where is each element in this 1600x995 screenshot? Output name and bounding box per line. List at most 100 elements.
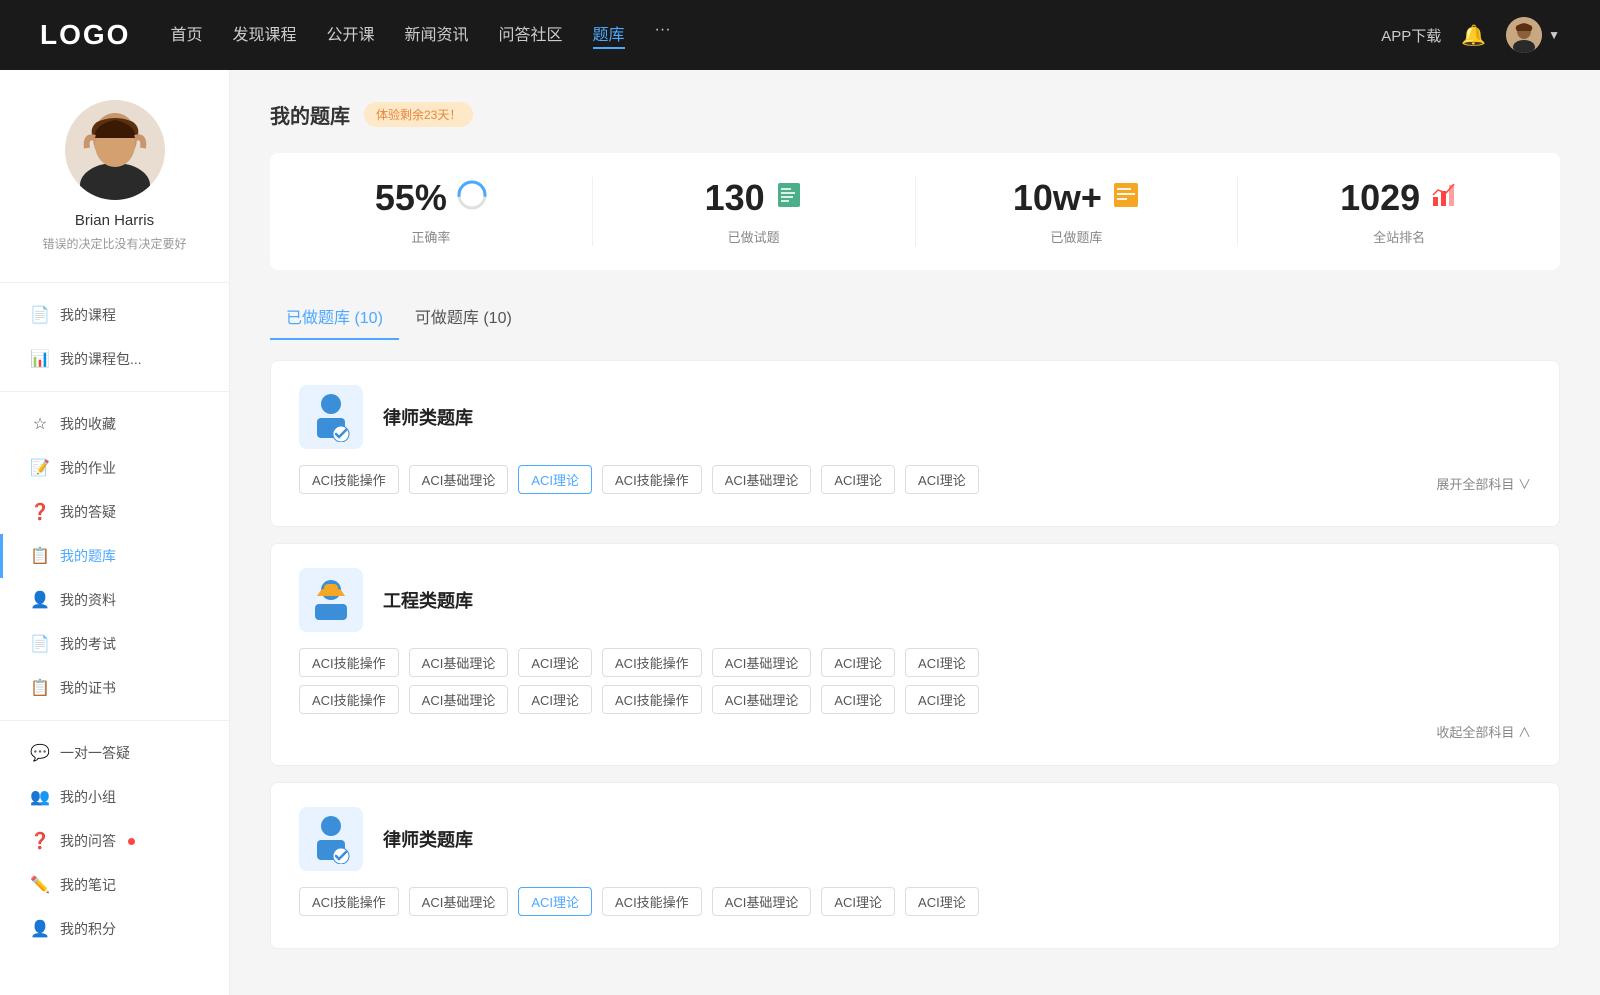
eng-tag-13[interactable]: ACI理论 xyxy=(821,685,895,714)
eng-tag-12[interactable]: ACI基础理论 xyxy=(712,685,812,714)
cert-label: 我的证书 xyxy=(60,678,116,698)
bell-icon[interactable]: 🔔 xyxy=(1461,23,1486,48)
lawyer2-tag-2[interactable]: ACI基础理论 xyxy=(409,887,509,916)
nav-news[interactable]: 新闻资讯 xyxy=(405,21,469,49)
sidebar-item-one-on-one[interactable]: 💬 一对一答疑 xyxy=(0,731,229,775)
sidebar-item-quiz-bank[interactable]: 📋 我的题库 xyxy=(0,534,229,578)
eng-tag-4[interactable]: ACI技能操作 xyxy=(602,648,702,677)
bank-header-lawyer-1: 律师类题库 xyxy=(299,385,1531,449)
sidebar-item-answers[interactable]: ❓ 我的答疑 xyxy=(0,490,229,534)
sidebar-item-exam[interactable]: 📄 我的考试 xyxy=(0,622,229,666)
collapse-link-engineer[interactable]: 收起全部科目 ∧ xyxy=(299,722,1531,741)
nav-discover[interactable]: 发现课程 xyxy=(232,21,296,49)
answers-icon: ❓ xyxy=(30,502,50,522)
content-area: 我的题库 体验剩余23天！ 55% 正确率 13 xyxy=(230,70,1600,995)
done-questions-label: 已做试题 xyxy=(613,227,895,246)
stat-ranking-wrap: 1029 xyxy=(1258,177,1540,219)
tag-aci-skill-op-1[interactable]: ACI技能操作 xyxy=(299,465,399,494)
page-title: 我的题库 xyxy=(270,100,350,129)
bank-header-lawyer-2: 律师类题库 xyxy=(299,807,1531,871)
sidebar-item-favorites[interactable]: ☆ 我的收藏 xyxy=(0,402,229,446)
lawyer2-tag-4[interactable]: ACI基础理论 xyxy=(712,887,812,916)
lawyer2-tag-5[interactable]: ACI理论 xyxy=(821,887,895,916)
nav-quiz[interactable]: 题库 xyxy=(593,21,625,49)
lawyer-tags-row-1: ACI技能操作 ACI基础理论 ACI理论 ACI技能操作 ACI基础理论 AC… xyxy=(299,465,1531,502)
my-qa-label: 我的问答 xyxy=(60,831,116,851)
lawyer2-tag-3[interactable]: ACI技能操作 xyxy=(602,887,702,916)
ranking-label: 全站排名 xyxy=(1258,227,1540,246)
engineer-title: 工程类题库 xyxy=(383,587,473,613)
bank-card-lawyer-2: 律师类题库 ACI技能操作 ACI基础理论 ACI理论 ACI技能操作 ACI基… xyxy=(270,782,1560,949)
eng-tag-7[interactable]: ACI理论 xyxy=(905,648,979,677)
tag-aci-theory-1[interactable]: ACI理论 xyxy=(821,465,895,494)
one-on-one-icon: 💬 xyxy=(30,743,50,763)
navbar-left: LOGO 首页 发现课程 公开课 新闻资讯 问答社区 题库 ··· xyxy=(40,19,671,51)
sidebar-item-group[interactable]: 👥 我的小组 xyxy=(0,775,229,819)
eng-tag-1[interactable]: ACI技能操作 xyxy=(299,648,399,677)
profile-label: 我的资料 xyxy=(60,590,116,610)
sidebar-item-homework[interactable]: 📝 我的作业 xyxy=(0,446,229,490)
page-header: 我的题库 体验剩余23天！ xyxy=(270,100,1560,129)
profile-icon: 👤 xyxy=(30,590,50,610)
avatar-dropdown-icon[interactable]: ▼ xyxy=(1548,28,1560,42)
stat-done-banks: 10w+ 已做题库 xyxy=(916,177,1239,246)
expand-link-lawyer-1[interactable]: 展开全部科目 ∨ xyxy=(1436,474,1531,493)
eng-tag-14[interactable]: ACI理论 xyxy=(905,685,979,714)
eng-tag-10[interactable]: ACI理论 xyxy=(518,685,592,714)
sidebar-item-profile[interactable]: 👤 我的资料 xyxy=(0,578,229,622)
sheet-icon xyxy=(775,181,803,215)
sidebar-item-my-courses[interactable]: 📄 我的课程 xyxy=(0,293,229,337)
stat-ranking: 1029 全站排名 xyxy=(1238,177,1560,246)
lawyer2-tag-1[interactable]: ACI技能操作 xyxy=(299,887,399,916)
eng-tag-9[interactable]: ACI基础理论 xyxy=(409,685,509,714)
navbar-right: APP下载 🔔 ▼ xyxy=(1381,17,1560,53)
lawyer-title-2: 律师类题库 xyxy=(383,826,473,852)
points-icon: 👤 xyxy=(30,919,50,939)
sidebar-item-notes[interactable]: ✏️ 我的笔记 xyxy=(0,863,229,907)
tab-available-banks[interactable]: 可做题库 (10) xyxy=(399,294,528,340)
quiz-bank-icon: 📋 xyxy=(30,546,50,566)
accuracy-label: 正确率 xyxy=(290,227,572,246)
sidebar-menu: 📄 我的课程 📊 我的课程包... ☆ 我的收藏 📝 我的作业 ❓ 我的答疑 � xyxy=(0,293,229,951)
stat-done-wrap: 130 xyxy=(613,177,895,219)
notes-label: 我的笔记 xyxy=(60,875,116,895)
tag-aci-theory-2[interactable]: ACI理论 xyxy=(905,465,979,494)
sidebar-item-cert[interactable]: 📋 我的证书 xyxy=(0,666,229,710)
sidebar-item-my-qa[interactable]: ❓ 我的问答 xyxy=(0,819,229,863)
course-pack-icon: 📊 xyxy=(30,349,50,369)
app-download[interactable]: APP下载 xyxy=(1381,25,1441,46)
nav-open[interactable]: 公开课 xyxy=(326,21,374,49)
eng-tag-11[interactable]: ACI技能操作 xyxy=(602,685,702,714)
eng-tag-8[interactable]: ACI技能操作 xyxy=(299,685,399,714)
favorites-icon: ☆ xyxy=(30,414,50,434)
nav-links: 首页 发现课程 公开课 新闻资讯 问答社区 题库 ··· xyxy=(170,21,670,49)
tag-aci-skill-op-2[interactable]: ACI技能操作 xyxy=(602,465,702,494)
nav-more[interactable]: ··· xyxy=(655,21,671,49)
lawyer2-tag-active[interactable]: ACI理论 xyxy=(518,887,592,916)
trial-badge: 体验剩余23天！ xyxy=(364,102,473,127)
eng-tag-5[interactable]: ACI基础理论 xyxy=(712,648,812,677)
bar-chart-icon xyxy=(1430,181,1458,215)
answers-label: 我的答疑 xyxy=(60,502,116,522)
sidebar-item-points[interactable]: 👤 我的积分 xyxy=(0,907,229,951)
nav-home[interactable]: 首页 xyxy=(170,21,202,49)
tag-aci-basic-theory-1[interactable]: ACI基础理论 xyxy=(409,465,509,494)
user-avatar-nav[interactable]: ▼ xyxy=(1506,17,1560,53)
tag-aci-basic-theory-2[interactable]: ACI基础理论 xyxy=(712,465,812,494)
lawyer-2-tags: ACI技能操作 ACI基础理论 ACI理论 ACI技能操作 ACI基础理论 AC… xyxy=(299,887,1531,916)
eng-tag-2[interactable]: ACI基础理论 xyxy=(409,648,509,677)
exam-label: 我的考试 xyxy=(60,634,116,654)
nav-qa[interactable]: 问答社区 xyxy=(499,21,563,49)
lawyer2-tag-6[interactable]: ACI理论 xyxy=(905,887,979,916)
tab-done-banks[interactable]: 已做题库 (10) xyxy=(270,294,399,340)
logo[interactable]: LOGO xyxy=(40,19,130,51)
sidebar-item-course-pack[interactable]: 📊 我的课程包... xyxy=(0,337,229,381)
eng-tag-3[interactable]: ACI理论 xyxy=(518,648,592,677)
notes-icon: ✏️ xyxy=(30,875,50,895)
eng-tag-6[interactable]: ACI理论 xyxy=(821,648,895,677)
one-on-one-label: 一对一答疑 xyxy=(60,743,130,763)
main-layout: Brian Harris 错误的决定比没有决定要好 📄 我的课程 📊 我的课程包… xyxy=(0,70,1600,995)
tag-aci-theory-active-1[interactable]: ACI理论 xyxy=(518,465,592,494)
pie-chart-icon xyxy=(457,180,487,216)
points-label: 我的积分 xyxy=(60,919,116,939)
